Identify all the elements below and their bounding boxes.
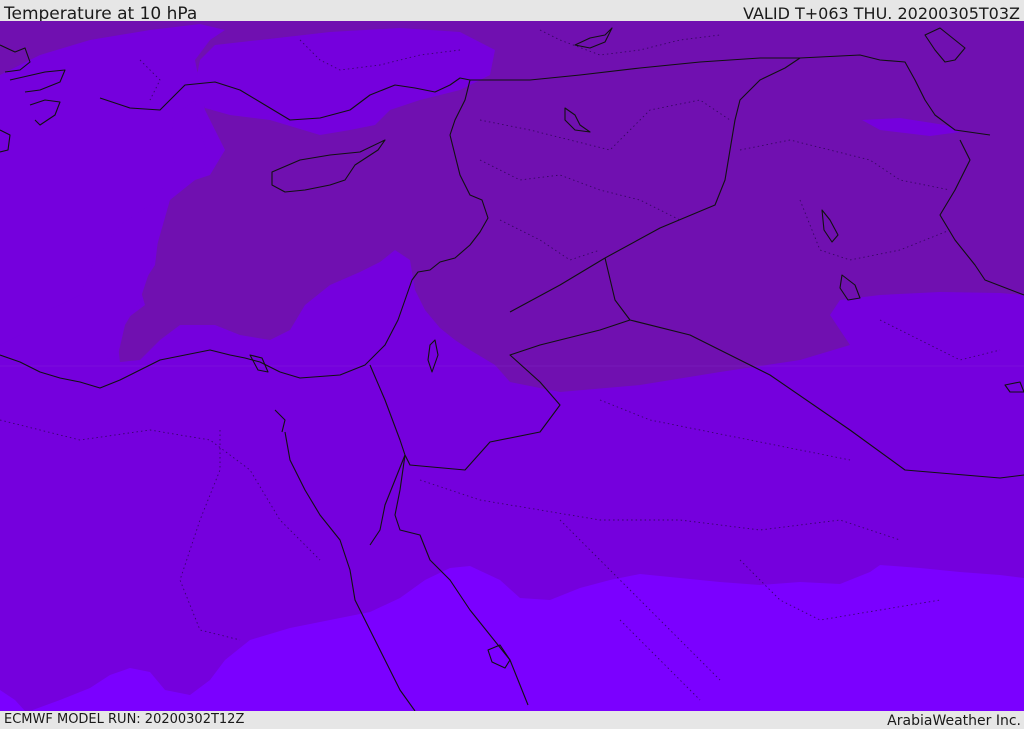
credit-text: ArabiaWeather Inc. [887,713,1021,729]
temperature-map[interactable] [0,21,1024,711]
model-run: ECMWF MODEL RUN: 20200302T12Z [4,712,245,727]
